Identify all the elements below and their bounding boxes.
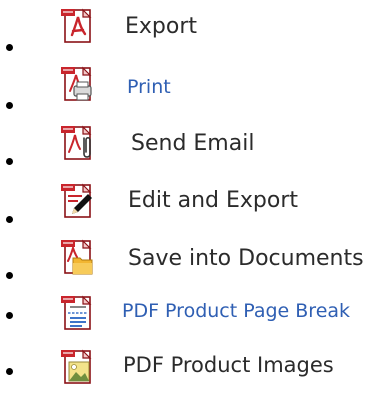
- pdf-email-icon[interactable]: [60, 124, 94, 162]
- list-item-pdf-product-page-break[interactable]: PDF Product Page Break: [0, 280, 391, 336]
- bullet-dot: [6, 368, 13, 375]
- pdf-product-images-label[interactable]: PDF Product Images: [123, 355, 334, 376]
- bullet-dot: [6, 102, 13, 109]
- list-item-export[interactable]: Export: [0, 0, 391, 56]
- pdf-export-icon[interactable]: [60, 7, 94, 45]
- pdf-print-icon[interactable]: [60, 65, 94, 103]
- pdf-folder-icon[interactable]: [60, 238, 94, 276]
- pdf-edit-icon[interactable]: [60, 182, 94, 220]
- list-item-print[interactable]: Print: [0, 56, 391, 112]
- bullet-dot: [6, 216, 13, 223]
- pdf-product-page-break-label[interactable]: PDF Product Page Break: [122, 302, 350, 321]
- list-item-save-into-documents[interactable]: Save into Documents: [0, 224, 391, 280]
- send-email-label[interactable]: Send Email: [131, 133, 254, 155]
- list-item-edit-and-export[interactable]: Edit and Export: [0, 168, 391, 224]
- list-item-pdf-product-images[interactable]: PDF Product Images: [0, 336, 391, 392]
- print-label[interactable]: Print: [127, 78, 171, 97]
- edit-and-export-label[interactable]: Edit and Export: [128, 190, 298, 212]
- pdf-image-icon[interactable]: [60, 348, 94, 386]
- bullet-dot: [6, 312, 13, 319]
- save-into-documents-label[interactable]: Save into Documents: [128, 248, 364, 270]
- list-item-send-email[interactable]: Send Email: [0, 112, 391, 168]
- bullet-dot: [6, 158, 13, 165]
- export-label[interactable]: Export: [125, 16, 197, 38]
- pdf-actions-list: Export Print Send Email Edit and Export …: [0, 0, 391, 403]
- pdf-page-break-icon[interactable]: [60, 294, 94, 332]
- bullet-dot: [6, 272, 13, 279]
- bullet-dot: [6, 44, 13, 51]
